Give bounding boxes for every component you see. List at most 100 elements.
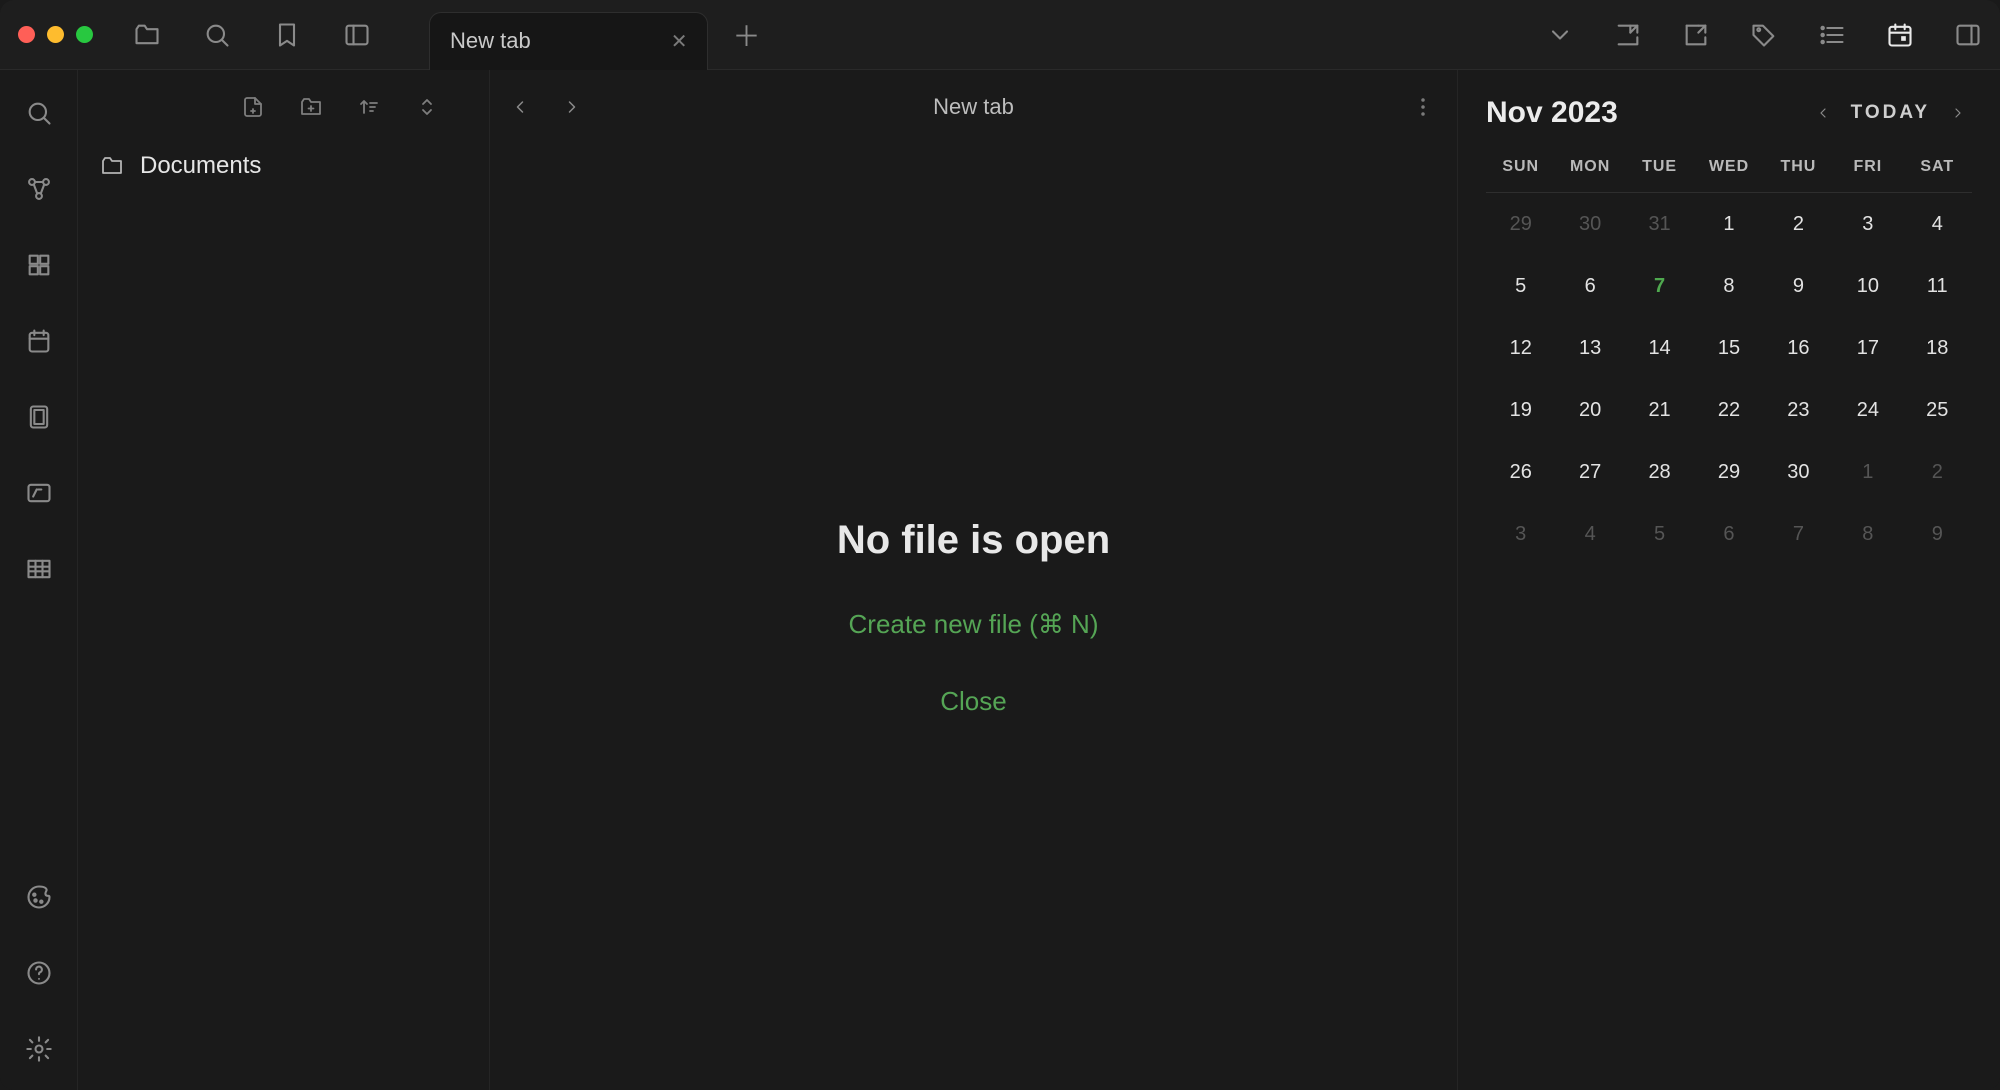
editor-header: New tab bbox=[490, 70, 1457, 144]
titlebar: New tab ✕ ＋ bbox=[0, 0, 2000, 70]
calendar-day-cell[interactable]: 1 bbox=[1694, 193, 1763, 255]
calendar-dow-cell: FRI bbox=[1833, 158, 1902, 176]
calendar-day-cell[interactable]: 24 bbox=[1833, 379, 1902, 441]
calendar-day-cell[interactable]: 22 bbox=[1694, 379, 1763, 441]
open-vault-icon[interactable] bbox=[133, 21, 161, 49]
calendar-day-cell[interactable]: 19 bbox=[1486, 379, 1555, 441]
calendar-day-cell[interactable]: 7 bbox=[1764, 503, 1833, 565]
nav-forward-icon[interactable] bbox=[562, 97, 582, 117]
calendar-dow-row: SUNMONTUEWEDTHUFRISAT bbox=[1486, 158, 1972, 193]
calendar-dow-cell: WED bbox=[1694, 158, 1763, 176]
calendar-dow-cell: MON bbox=[1555, 158, 1624, 176]
bookmark-icon[interactable] bbox=[273, 21, 301, 49]
theme-icon[interactable] bbox=[24, 882, 54, 912]
help-icon[interactable] bbox=[24, 958, 54, 988]
calendar-day-cell[interactable]: 13 bbox=[1555, 317, 1624, 379]
calendar-panel: Nov 2023 TODAY SUNMONTUEWEDTHUFRISAT 293… bbox=[1458, 70, 2000, 1090]
calendar-day-cell[interactable]: 30 bbox=[1555, 193, 1624, 255]
more-options-icon[interactable] bbox=[1409, 93, 1437, 121]
chevron-down-icon[interactable] bbox=[1546, 21, 1574, 49]
calendar-month-label: Nov 2023 bbox=[1486, 96, 1618, 130]
calendar-day-cell[interactable]: 12 bbox=[1486, 317, 1555, 379]
close-link[interactable]: Close bbox=[940, 686, 1006, 717]
folder-label: Documents bbox=[140, 152, 261, 180]
canvas-icon[interactable] bbox=[24, 250, 54, 280]
calendar-day-cell[interactable]: 3 bbox=[1486, 503, 1555, 565]
sort-icon[interactable] bbox=[357, 95, 381, 119]
tab-label: New tab bbox=[450, 28, 531, 54]
calendar-day-cell[interactable]: 25 bbox=[1903, 379, 1972, 441]
window-zoom-button[interactable] bbox=[76, 26, 93, 43]
table-view-icon[interactable] bbox=[24, 554, 54, 584]
calendar-day-cell[interactable]: 2 bbox=[1903, 441, 1972, 503]
window-controls bbox=[18, 26, 93, 43]
calendar-day-cell[interactable]: 11 bbox=[1903, 255, 1972, 317]
calendar-day-cell[interactable]: 4 bbox=[1903, 193, 1972, 255]
graph-view-icon[interactable] bbox=[24, 174, 54, 204]
calendar-day-cell[interactable]: 23 bbox=[1764, 379, 1833, 441]
calendar-day-cell[interactable]: 2 bbox=[1764, 193, 1833, 255]
new-note-icon[interactable] bbox=[241, 95, 265, 119]
calendar-day-cell[interactable]: 30 bbox=[1764, 441, 1833, 503]
calendar-prev-icon[interactable] bbox=[1809, 99, 1837, 127]
calendar-day-cell[interactable]: 31 bbox=[1625, 193, 1694, 255]
calendar-day-cell[interactable]: 26 bbox=[1486, 441, 1555, 503]
editor-title: New tab bbox=[933, 94, 1014, 120]
calendar-dow-cell: THU bbox=[1764, 158, 1833, 176]
left-panel-toggle-icon[interactable] bbox=[343, 21, 371, 49]
quick-search-icon[interactable] bbox=[24, 98, 54, 128]
export-icon[interactable] bbox=[1682, 21, 1710, 49]
calendar-day-cell[interactable]: 4 bbox=[1555, 503, 1624, 565]
daily-note-icon[interactable] bbox=[24, 326, 54, 356]
create-file-link[interactable]: Create new file (⌘ N) bbox=[849, 609, 1099, 640]
folder-documents[interactable]: Documents bbox=[78, 144, 489, 188]
calendar-next-icon[interactable] bbox=[1944, 99, 1972, 127]
collapse-icon[interactable] bbox=[415, 95, 439, 119]
nav-back-icon[interactable] bbox=[510, 97, 530, 117]
calendar-day-cell[interactable]: 21 bbox=[1625, 379, 1694, 441]
file-explorer: Documents bbox=[78, 70, 490, 1090]
settings-icon[interactable] bbox=[24, 1034, 54, 1064]
calendar-day-cell[interactable]: 3 bbox=[1833, 193, 1902, 255]
calendar-day-cell[interactable]: 9 bbox=[1764, 255, 1833, 317]
window-close-button[interactable] bbox=[18, 26, 35, 43]
calendar-day-cell[interactable]: 28 bbox=[1625, 441, 1694, 503]
tab-new-tab[interactable]: New tab ✕ bbox=[429, 12, 708, 70]
right-panel-toggle-icon[interactable] bbox=[1954, 21, 1982, 49]
import-icon[interactable] bbox=[1614, 21, 1642, 49]
calendar-day-cell[interactable]: 18 bbox=[1903, 317, 1972, 379]
calendar-day-cell[interactable]: 29 bbox=[1486, 193, 1555, 255]
calendar-day-cell[interactable]: 10 bbox=[1833, 255, 1902, 317]
calendar-day-cell[interactable]: 7 bbox=[1625, 255, 1694, 317]
calendar-day-cell[interactable]: 9 bbox=[1903, 503, 1972, 565]
window-minimize-button[interactable] bbox=[47, 26, 64, 43]
calendar-day-cell[interactable]: 17 bbox=[1833, 317, 1902, 379]
calendar-day-cell[interactable]: 16 bbox=[1764, 317, 1833, 379]
calendar-day-cell[interactable]: 5 bbox=[1625, 503, 1694, 565]
calendar-header: Nov 2023 TODAY bbox=[1486, 96, 1972, 130]
calendar-day-cell[interactable]: 8 bbox=[1694, 255, 1763, 317]
calendar-day-cell[interactable]: 6 bbox=[1555, 255, 1624, 317]
calendar-day-cell[interactable]: 29 bbox=[1694, 441, 1763, 503]
calendar-day-cell[interactable]: 20 bbox=[1555, 379, 1624, 441]
calendar-day-cell[interactable]: 15 bbox=[1694, 317, 1763, 379]
templates-icon[interactable] bbox=[24, 402, 54, 432]
tag-icon[interactable] bbox=[1750, 21, 1778, 49]
calendar-today-button[interactable]: TODAY bbox=[1851, 102, 1930, 124]
list-icon[interactable] bbox=[1818, 21, 1846, 49]
calendar-day-cell[interactable]: 27 bbox=[1555, 441, 1624, 503]
calendar-dow-cell: SAT bbox=[1903, 158, 1972, 176]
calendar-day-cell[interactable]: 5 bbox=[1486, 255, 1555, 317]
calendar-icon[interactable] bbox=[1886, 21, 1914, 49]
new-tab-button[interactable]: ＋ bbox=[732, 15, 760, 55]
calendar-day-cell[interactable]: 1 bbox=[1833, 441, 1902, 503]
tab-close-icon[interactable]: ✕ bbox=[671, 29, 688, 54]
explorer-toolbar bbox=[78, 70, 489, 144]
command-palette-icon[interactable] bbox=[24, 478, 54, 508]
calendar-day-cell[interactable]: 14 bbox=[1625, 317, 1694, 379]
calendar-day-cell[interactable]: 8 bbox=[1833, 503, 1902, 565]
calendar-day-cell[interactable]: 6 bbox=[1694, 503, 1763, 565]
search-icon[interactable] bbox=[203, 21, 231, 49]
new-folder-icon[interactable] bbox=[299, 95, 323, 119]
tab-region: New tab ✕ ＋ bbox=[429, 0, 1546, 70]
